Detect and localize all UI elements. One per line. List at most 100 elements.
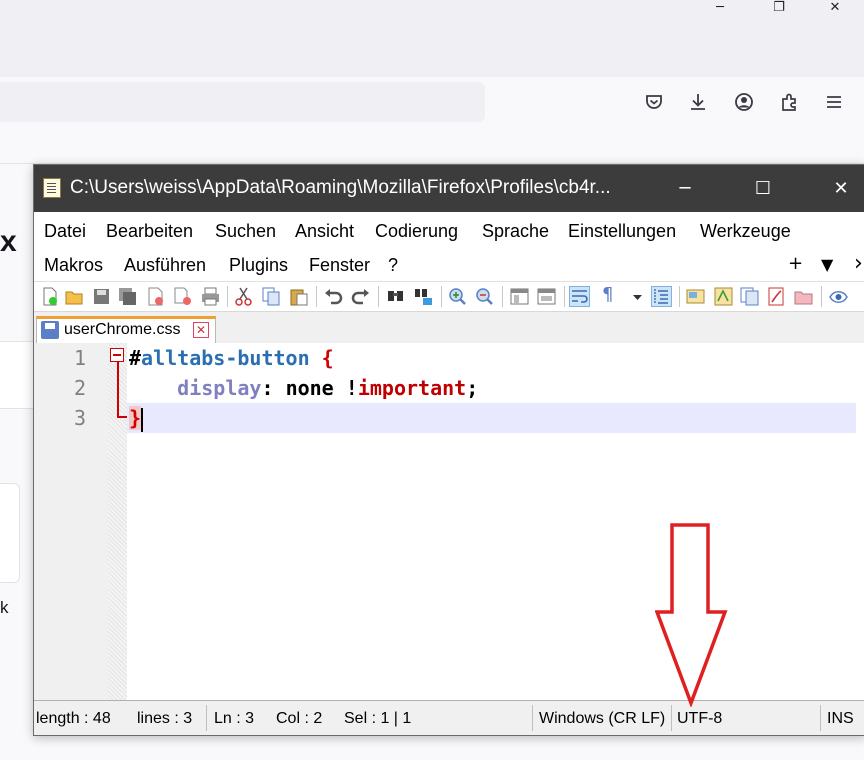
firefox-close-button[interactable]: ✕ — [812, 0, 858, 15]
text-caret — [141, 407, 143, 432]
firefox-minimize-button[interactable]: ─ — [697, 0, 743, 15]
tab-close-icon[interactable]: ✕ — [193, 322, 209, 338]
saved-file-icon — [41, 321, 59, 339]
status-insert-mode[interactable]: INS — [827, 710, 854, 728]
menu-codierung[interactable]: Codierung — [375, 221, 458, 242]
fold-collapse-icon[interactable] — [110, 348, 124, 362]
menu-fenster[interactable]: Fenster — [309, 255, 370, 276]
open-file-icon[interactable] — [65, 287, 84, 306]
save-icon[interactable] — [92, 287, 111, 306]
line-number: 3 — [73, 406, 86, 430]
page-card — [0, 483, 20, 583]
menu-suchen[interactable]: Suchen — [215, 221, 276, 242]
page-heading-fragment: x — [0, 225, 17, 258]
status-separator — [206, 705, 207, 731]
colon: : — [261, 376, 286, 400]
toolbar-separator — [502, 286, 503, 307]
status-encoding[interactable]: UTF-8 — [677, 710, 722, 728]
code-line-3: } — [129, 406, 143, 432]
close-brace: } — [129, 406, 142, 430]
firefox-url-bar[interactable] — [0, 82, 485, 122]
menu-einstellungen[interactable]: Einstellungen — [568, 221, 676, 242]
cut-icon[interactable] — [234, 287, 253, 306]
copy-icon[interactable] — [262, 287, 281, 306]
toolbar-separator — [316, 286, 317, 307]
undo-icon[interactable] — [324, 287, 343, 306]
close-file-icon[interactable] — [146, 287, 165, 306]
find-icon[interactable] — [386, 287, 405, 306]
print-icon[interactable] — [201, 287, 220, 306]
document-map-icon[interactable] — [686, 287, 705, 306]
status-bar: length : 48 lines : 3 Ln : 3 Col : 2 Sel… — [34, 700, 864, 735]
line-number-gutter: 1 2 3 — [34, 343, 108, 700]
notepad-app-icon — [43, 178, 61, 198]
toolbar: ¶ — [34, 281, 864, 311]
menu-datei[interactable]: Datei — [44, 221, 86, 242]
menu-icon[interactable] — [822, 90, 846, 114]
menu-ansicht[interactable]: Ansicht — [295, 221, 354, 242]
menu-makros[interactable]: Makros — [44, 255, 103, 276]
sync-horizontal-icon[interactable] — [537, 287, 556, 306]
minimize-button[interactable]: ─ — [662, 173, 708, 203]
zoom-in-icon[interactable] — [448, 287, 467, 306]
tab-list-dropdown-button[interactable]: ▼ — [821, 255, 833, 274]
code-line-1: #alltabs-button { — [129, 346, 334, 370]
status-eol-format[interactable]: Windows (CR LF) — [539, 710, 665, 728]
dropdown-arrow-icon[interactable] — [628, 287, 647, 306]
new-file-icon[interactable] — [40, 287, 59, 306]
notepadpp-window: C:\Users\weiss\AppData\Roaming\Mozilla\F… — [33, 164, 864, 736]
toolbar-separator — [679, 286, 680, 307]
menu-plugins[interactable]: Plugins — [229, 255, 288, 276]
paste-icon[interactable] — [289, 287, 308, 306]
folder-as-workspace-icon[interactable] — [740, 287, 759, 306]
page-text-fragment: k — [0, 598, 9, 617]
firefox-restore-button[interactable]: ❐ — [756, 0, 802, 15]
close-button[interactable]: ✕ — [818, 173, 864, 203]
code-line-2: display: none !important; — [129, 376, 478, 400]
pocket-icon[interactable] — [642, 90, 666, 114]
menu-ausfuehren[interactable]: Ausführen — [124, 255, 206, 276]
function-list-icon[interactable] — [714, 287, 733, 306]
menu-bearbeiten[interactable]: Bearbeiten — [106, 221, 193, 242]
status-separator — [820, 705, 821, 731]
scroll-right-button[interactable]: › — [854, 251, 863, 276]
bang: ! — [345, 376, 358, 400]
sync-vertical-icon[interactable] — [510, 287, 529, 306]
selector-hash: # — [129, 346, 142, 370]
menu-werkzeuge[interactable]: Werkzeuge — [700, 221, 791, 242]
maximize-button[interactable]: ☐ — [740, 173, 786, 203]
css-value: none — [285, 376, 346, 400]
current-line-highlight — [127, 403, 856, 433]
red-annotation-arrow-icon — [655, 523, 728, 707]
tab-userchrome-css[interactable]: userChrome.css ✕ — [36, 316, 216, 345]
account-icon[interactable] — [732, 90, 756, 114]
fold-guide-end — [117, 416, 127, 418]
zoom-out-icon[interactable] — [475, 287, 494, 306]
save-all-icon[interactable] — [118, 287, 137, 306]
status-length: length : 48 — [36, 710, 111, 727]
tab-bar: userChrome.css ✕ — [34, 311, 864, 345]
status-sel: Sel : 1 | 1 — [344, 710, 412, 727]
fold-guide — [117, 362, 119, 417]
code-editor[interactable]: 1 2 3 #alltabs-button { display: none !i… — [34, 343, 864, 700]
redo-icon[interactable] — [351, 287, 370, 306]
new-tab-plus-button[interactable]: + — [788, 253, 803, 274]
status-separator — [671, 705, 672, 731]
monitoring-eye-icon[interactable] — [829, 287, 848, 306]
menu-help[interactable]: ? — [388, 255, 398, 276]
macro-record-icon[interactable] — [767, 287, 786, 306]
macro-folder-icon[interactable] — [794, 287, 813, 306]
toolbar-separator — [441, 286, 442, 307]
close-all-icon[interactable] — [173, 287, 192, 306]
menu-sprache[interactable]: Sprache — [482, 221, 549, 242]
toolbar-separator — [564, 286, 565, 307]
word-wrap-icon[interactable] — [569, 286, 590, 307]
status-ln: Ln : 3 — [214, 710, 255, 727]
indent-guide-icon[interactable] — [651, 286, 672, 307]
show-all-characters-icon[interactable]: ¶ — [602, 284, 621, 305]
extensions-icon[interactable] — [777, 90, 801, 114]
line-number: 2 — [73, 376, 86, 400]
replace-icon[interactable] — [414, 287, 433, 306]
download-icon[interactable] — [686, 90, 710, 114]
